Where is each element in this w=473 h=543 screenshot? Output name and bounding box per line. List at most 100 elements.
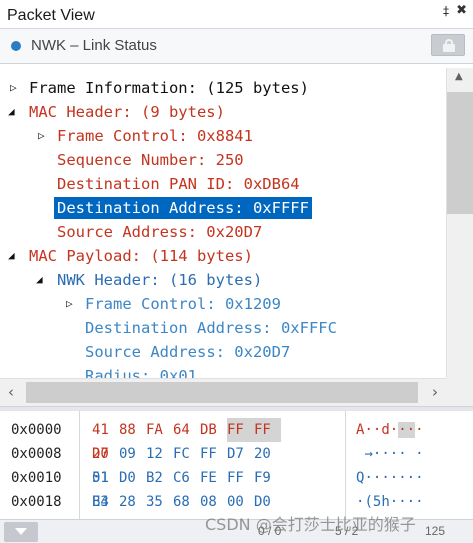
tree-node-nwk-radius[interactable]: Radius: 0x01 xyxy=(0,365,445,378)
hex-byte[interactable]: D7 xyxy=(227,442,254,466)
close-icon[interactable]: ✖ xyxy=(456,3,467,18)
hex-byte[interactable]: FE xyxy=(200,466,227,490)
scroll-up-icon[interactable]: ▲ xyxy=(455,71,463,82)
status-field-3: 125 xyxy=(425,524,446,538)
ascii-char: · xyxy=(398,446,407,462)
status-dot-icon xyxy=(11,41,21,51)
ascii-char-highlighted: · xyxy=(406,422,416,438)
packet-type-label: NWK – Link Status xyxy=(31,37,157,54)
tree-node-nwk-frame-control[interactable]: ▷ Frame Control: 0x1209 xyxy=(0,293,445,315)
collapsed-arrow-icon[interactable]: ▷ xyxy=(38,125,45,147)
hex-offset-divider xyxy=(79,411,80,519)
tree-node-source-address[interactable]: Source Address: 0x20D7 xyxy=(0,221,445,243)
tree-node-frame-info[interactable]: ▷ Frame Information: (125 bytes) xyxy=(0,77,445,99)
tree-node-sequence-number[interactable]: Sequence Number: 250 xyxy=(0,149,445,171)
hex-byte[interactable]: FF xyxy=(227,466,254,490)
tree-node-label: Radius: 0x01 xyxy=(85,367,197,378)
expanded-arrow-icon[interactable]: ◢ xyxy=(8,101,15,123)
ascii-char: · xyxy=(389,422,399,438)
hex-byte[interactable]: 51 xyxy=(92,466,119,490)
hex-byte-highlighted[interactable]: FF xyxy=(254,418,281,442)
hex-offset: 0x0000 xyxy=(11,422,62,438)
decode-tree[interactable]: ▷ Frame Information: (125 bytes) ◢ MAC H… xyxy=(0,68,445,378)
hex-byte[interactable]: F9 xyxy=(254,466,281,490)
window-title: Packet View xyxy=(7,7,95,24)
tree-vertical-scrollbar[interactable]: ▲ xyxy=(446,68,473,378)
hex-byte[interactable]: FC xyxy=(173,442,200,466)
hex-view[interactable]: 0x0000 41 88 FA 64 DB FF FFD7 A··d···· 0x0008 … xyxy=(0,411,473,519)
scrollbar-corner xyxy=(446,378,473,406)
collapsed-arrow-icon[interactable]: ▷ xyxy=(10,77,17,99)
hex-byte[interactable]: 12 xyxy=(146,442,173,466)
hex-byte[interactable]: 20 xyxy=(254,442,281,466)
tree-node-dest-pan-id[interactable]: Destination PAN ID: 0xDB64 xyxy=(0,173,445,195)
tree-node-mac-payload[interactable]: ◢ MAC Payload: (114 bytes) xyxy=(0,245,445,267)
hex-byte[interactable]: D0 xyxy=(119,466,146,490)
tree-node-label: Frame Control: 0x8841 xyxy=(57,127,253,145)
tree-node-mac-header[interactable]: ◢ MAC Header: (9 bytes) xyxy=(0,101,445,123)
hex-byte[interactable]: DB xyxy=(200,418,227,442)
tree-node-label: Frame Information: (125 bytes) xyxy=(29,79,309,97)
ascii-char: → xyxy=(364,446,373,462)
ascii-char: · xyxy=(389,470,399,486)
collapsed-arrow-icon[interactable]: ▷ xyxy=(66,293,73,315)
hex-byte[interactable]: C6 xyxy=(173,466,200,490)
ascii-char: · xyxy=(381,446,390,462)
hex-byte[interactable]: FF xyxy=(200,442,227,466)
vertical-scroll-thumb[interactable] xyxy=(447,92,473,214)
tree-node-label: Source Address: 0x20D7 xyxy=(85,343,291,361)
hex-row[interactable]: 0x0008 20 09 12 FC FF D7 2001 →···· · xyxy=(0,442,473,486)
tree-node-nwk-dest-address[interactable]: Destination Address: 0xFFFC xyxy=(0,317,445,339)
ascii-char-highlighted: · xyxy=(398,422,407,438)
ascii-char: · xyxy=(406,494,416,510)
tree-node-label: Source Address: 0x20D7 xyxy=(57,223,263,241)
hex-row[interactable]: 0x0000 41 88 FA 64 DB FF FFD7 A··d···· xyxy=(0,418,473,462)
tree-node-mac-frame-control[interactable]: ▷ Frame Control: 0x8841 xyxy=(0,125,445,147)
hex-byte[interactable]: 88 xyxy=(119,418,146,442)
ascii-char: · xyxy=(364,470,373,486)
packet-subheader: NWK – Link Status xyxy=(0,29,473,64)
hex-byte[interactable]: B4 xyxy=(92,490,119,514)
hex-byte[interactable]: 35 xyxy=(146,490,173,514)
scroll-left-icon[interactable]: ‹ xyxy=(8,383,14,401)
tree-node-label: Destination PAN ID: 0xDB64 xyxy=(57,175,300,193)
hex-byte[interactable]: 41 xyxy=(92,418,119,442)
tree-horizontal-scrollbar[interactable]: ‹ › xyxy=(0,378,446,406)
ascii-char: · xyxy=(415,494,424,510)
ascii-char: h xyxy=(381,494,390,510)
ascii-char: ( xyxy=(364,494,373,510)
ascii-char: · xyxy=(415,470,424,486)
expanded-arrow-icon[interactable]: ◢ xyxy=(8,245,15,267)
hex-byte[interactable]: 28 xyxy=(119,490,146,514)
tree-node-nwk-header[interactable]: ◢ NWK Header: (16 bytes) xyxy=(0,269,445,291)
hex-byte[interactable]: 68 xyxy=(173,490,200,514)
hex-byte[interactable]: 09 xyxy=(119,442,146,466)
tree-node-dest-address-selected[interactable]: Destination Address: 0xFFFF xyxy=(0,197,445,219)
ascii-char: · xyxy=(398,470,407,486)
tree-node-label: Destination Address: 0xFFFC xyxy=(85,319,337,337)
horizontal-scroll-thumb[interactable] xyxy=(26,382,418,403)
hex-ascii-divider xyxy=(345,411,346,519)
tree-node-nwk-source-address[interactable]: Source Address: 0x20D7 xyxy=(0,341,445,363)
hex-offset: 0x0010 xyxy=(11,470,62,486)
ascii-char: · xyxy=(415,422,424,438)
tree-node-label: Destination Address: 0xFFFF xyxy=(54,197,312,219)
hex-byte[interactable]: 64 xyxy=(173,418,200,442)
hex-byte[interactable]: FA xyxy=(146,418,173,442)
ascii-char: · xyxy=(364,422,373,438)
tree-node-label: NWK Header: (16 bytes) xyxy=(57,271,263,289)
hex-byte-highlighted[interactable]: FF xyxy=(227,418,254,442)
hex-byte[interactable]: B2 xyxy=(146,466,173,490)
hex-byte[interactable]: 20 xyxy=(92,442,119,466)
hex-ascii[interactable]: Q······· xyxy=(356,466,436,490)
hex-ascii[interactable]: →···· · xyxy=(356,442,436,466)
hex-row[interactable]: 0x0010 51 D0 B2 C6 FE FF F9E3 Q······· xyxy=(0,466,473,510)
pin-icon[interactable]: ‡ xyxy=(443,4,449,18)
scroll-right-icon[interactable]: › xyxy=(432,383,438,401)
ascii-char: d xyxy=(381,422,390,438)
hex-ascii[interactable]: A··d···· xyxy=(356,418,436,442)
menu-button[interactable] xyxy=(4,522,38,542)
expanded-arrow-icon[interactable]: ◢ xyxy=(36,269,43,291)
lock-button[interactable] xyxy=(431,34,465,56)
ascii-char: · xyxy=(406,470,416,486)
